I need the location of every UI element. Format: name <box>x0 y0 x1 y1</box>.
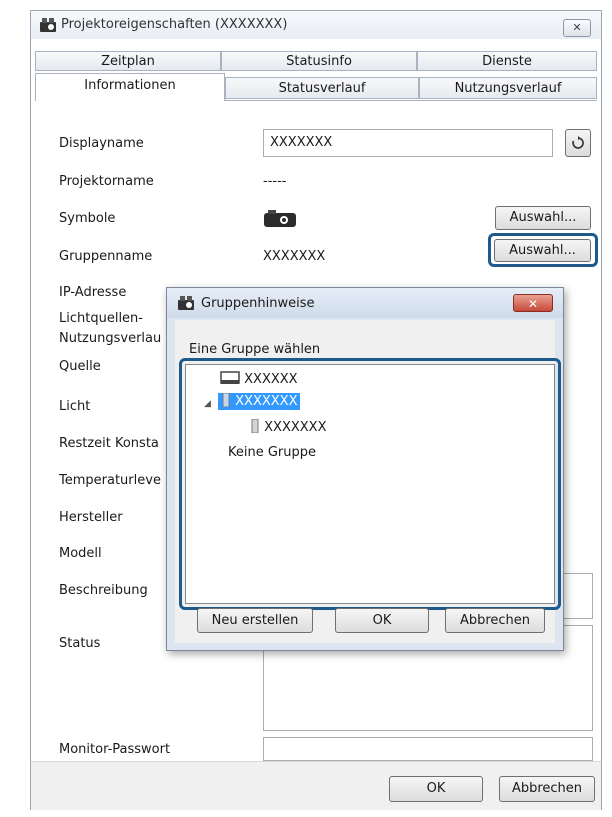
tab-informationen[interactable]: Informationen <box>35 73 225 101</box>
label-beschreibung: Beschreibung <box>59 583 148 598</box>
dialog-ok-button[interactable]: OK <box>335 608 429 633</box>
tree-item-label: Keine Gruppe <box>228 445 317 460</box>
projector-app-icon <box>178 296 194 310</box>
tab-label: Zeitplan <box>101 54 155 69</box>
dialog-title-bar: Gruppenhinweise ✕ <box>167 288 563 318</box>
window-close-button[interactable]: ✕ <box>563 19 591 37</box>
ok-label: OK <box>426 781 446 796</box>
tab-label: Informationen <box>84 78 176 93</box>
monitor-passwort-field[interactable] <box>263 737 593 761</box>
displayname-field[interactable]: XXXXXXX <box>263 129 553 157</box>
projector-symbol-icon <box>264 210 296 227</box>
group-tree[interactable]: XXXXXX ◢ XXXXXXX XXXXXXX Keine Gruppe <box>185 364 555 604</box>
title-bar: Projektoreigenschaften (XXXXXXX) ✕ <box>31 11 601 39</box>
tree-item-subgroup[interactable]: XXXXXXX <box>250 418 327 435</box>
tab-zeitplan[interactable]: Zeitplan <box>35 51 221 71</box>
symbol-select-label: Auswahl... <box>509 210 577 225</box>
dialog-cancel-label: Abbrechen <box>459 613 531 628</box>
label-displayname: Displayname <box>59 136 144 151</box>
monitor-group-icon <box>220 371 240 384</box>
label-restzeit: Restzeit Konsta <box>59 436 159 451</box>
group-folder-icon <box>222 392 230 408</box>
dialog-close-button[interactable]: ✕ <box>513 294 553 312</box>
ok-button[interactable]: OK <box>389 776 483 802</box>
tree-item-label: XXXXXX <box>244 372 298 387</box>
dialog-ok-label: OK <box>372 613 392 628</box>
label-monitor-passwort: Monitor-Passwort <box>59 742 171 757</box>
group-dialog: Gruppenhinweise ✕ Eine Gruppe wählen XXX… <box>166 287 564 651</box>
gruppenname-value: XXXXXXX <box>263 249 326 264</box>
new-group-button[interactable]: Neu erstellen <box>197 608 313 633</box>
tab-label: Statusinfo <box>286 54 352 69</box>
refresh-icon <box>572 136 584 149</box>
tab-statusinfo[interactable]: Statusinfo <box>221 51 417 71</box>
label-projektorname: Projektorname <box>59 174 154 189</box>
refresh-button[interactable] <box>565 129 591 157</box>
tab-label: Statusverlauf <box>278 81 366 96</box>
tree-item-no-group[interactable]: Keine Gruppe <box>228 445 316 460</box>
label-quelle: Quelle <box>59 359 101 374</box>
tab-statusverlauf[interactable]: Statusverlauf <box>225 77 419 99</box>
tree-item-group[interactable]: XXXXXXX <box>218 392 301 410</box>
dialog-body: Eine Gruppe wählen XXXXXX ◢ XXXXXXX XXXX… <box>175 320 561 643</box>
label-ip-adresse: IP-Adresse <box>59 285 127 300</box>
label-licht: Licht <box>59 399 91 414</box>
displayname-value: XXXXXXX <box>270 135 333 150</box>
tab-label: Dienste <box>482 54 532 69</box>
label-lichtquellen-line1: Lichtquellen- <box>59 311 143 326</box>
active-tab-gap <box>36 99 224 101</box>
cancel-button[interactable]: Abbrechen <box>499 776 595 802</box>
label-modell: Modell <box>59 546 102 561</box>
dialog-title: Gruppenhinweise <box>201 296 315 311</box>
projector-app-icon <box>40 18 56 32</box>
window-title: Projektoreigenschaften (XXXXXXX) <box>61 17 288 32</box>
label-symbole: Symbole <box>59 211 116 226</box>
cancel-label: Abbrechen <box>511 781 583 796</box>
expand-arrow-icon[interactable]: ◢ <box>204 399 211 409</box>
tab-label: Nutzungsverlauf <box>454 81 562 96</box>
footer-bar: OK Abbrechen <box>31 761 601 810</box>
dialog-cancel-button[interactable]: Abbrechen <box>445 608 545 633</box>
group-select-button[interactable]: Auswahl... <box>494 239 591 262</box>
projektorname-value: ----- <box>263 174 287 189</box>
label-gruppenname: Gruppenname <box>59 249 153 264</box>
tree-item-label: XXXXXXX <box>235 394 298 409</box>
dialog-prompt: Eine Gruppe wählen <box>189 342 321 357</box>
tab-dienste[interactable]: Dienste <box>417 51 597 71</box>
label-temperatur: Temperaturleve <box>59 473 161 488</box>
label-lichtquellen-line2: Nutzungsverlau <box>59 331 162 346</box>
tree-item-label: XXXXXXX <box>264 420 327 435</box>
group-folder-icon <box>251 418 259 434</box>
tree-item-selected: XXXXXXX <box>218 392 301 410</box>
group-select-label: Auswahl... <box>509 243 576 258</box>
tree-item-root[interactable]: XXXXXX <box>220 371 298 387</box>
close-icon: ✕ <box>572 21 582 34</box>
close-icon: ✕ <box>527 297 539 311</box>
label-hersteller: Hersteller <box>59 510 123 525</box>
label-status: Status <box>59 636 101 651</box>
symbol-select-button[interactable]: Auswahl... <box>495 206 591 230</box>
tab-nutzungsverlauf[interactable]: Nutzungsverlauf <box>419 77 597 99</box>
new-group-label: Neu erstellen <box>211 613 299 628</box>
